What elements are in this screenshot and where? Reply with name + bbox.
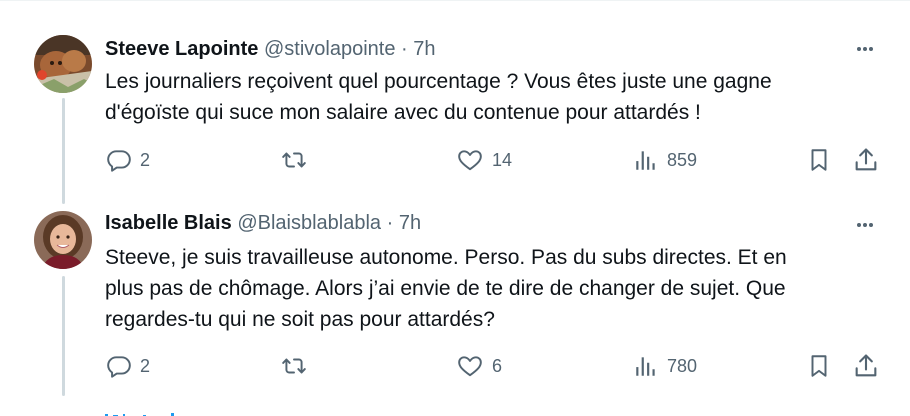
reply-icon: [107, 150, 131, 172]
bookmark-icon: [811, 355, 827, 377]
share-icon: [855, 354, 877, 377]
like-count: 6: [492, 355, 503, 376]
timestamp[interactable]: 7h: [399, 212, 421, 234]
reply-count: 2: [140, 355, 151, 376]
heart-icon: [458, 150, 482, 171]
action-bar: 2 6 780: [0, 352, 910, 380]
avatar-photo: [34, 211, 92, 269]
views-icon: [636, 357, 655, 376]
bookmark-button[interactable]: [806, 352, 832, 380]
views-button[interactable]: 780: [633, 352, 697, 380]
like-button[interactable]: 14: [456, 146, 512, 174]
tweet-header: Steeve Lapointe @stivolapointe · 7h: [105, 36, 435, 62]
more-button[interactable]: [848, 38, 882, 58]
share-icon: [855, 148, 877, 171]
header-separator: ·: [401, 38, 408, 60]
bookmark-icon: [811, 149, 827, 171]
heart-icon: [458, 356, 482, 377]
views-icon: [636, 151, 655, 170]
like-button[interactable]: 6: [456, 352, 502, 380]
author-handle[interactable]: @stivolapointe: [264, 38, 395, 60]
author-display-name[interactable]: Isabelle Blais: [105, 212, 232, 234]
reply-icon: [107, 356, 131, 378]
reply-button[interactable]: 2: [106, 352, 150, 380]
share-button[interactable]: [852, 146, 880, 174]
more-button[interactable]: [848, 214, 882, 234]
tweet-text-line: Les journaliers reçoivent quel pourcenta…: [105, 70, 772, 93]
timestamp[interactable]: 7h: [413, 38, 435, 60]
bookmark-button[interactable]: [806, 146, 832, 174]
repost-button[interactable]: [280, 352, 316, 380]
reply-tweet-2[interactable]: Isabelle Blais @Blaisblablabla · 7h Stee…: [0, 200, 910, 406]
author-handle[interactable]: @Blaisblablabla: [237, 212, 381, 234]
reply-tweet-1[interactable]: Steeve Lapointe @stivolapointe · 7h Les …: [0, 0, 910, 200]
author-display-name[interactable]: Steeve Lapointe: [105, 38, 258, 60]
tweet-text-line: Steeve, je suis travailleuse autonome. P…: [105, 246, 787, 269]
tweet-text-line: d'égoïste qui suce mon salaire avec du c…: [105, 101, 701, 124]
tweet-text-line: regardes-tu qui ne soit pas pour attardé…: [105, 308, 495, 331]
more-icon: [857, 223, 873, 227]
reply-count: 2: [140, 149, 151, 170]
repost-icon: [282, 152, 306, 168]
tweet-text: Steeve, je suis travailleuse autonome. P…: [105, 242, 885, 335]
view-count: 859: [667, 149, 698, 170]
header-separator: ·: [386, 212, 394, 234]
views-button[interactable]: 859: [633, 146, 697, 174]
tweet-text-line: plus pas de chômage. Alors j’ai envie de…: [105, 277, 786, 300]
avatar[interactable]: [34, 211, 92, 269]
share-button[interactable]: [852, 352, 880, 380]
show-more-replies-link[interactable]: [105, 406, 225, 416]
more-icon: [857, 47, 873, 51]
action-bar: 2 14 859: [0, 146, 910, 174]
like-count: 14: [492, 149, 513, 170]
tweet-header: Isabelle Blais @Blaisblablabla · 7h: [105, 210, 421, 236]
reply-button[interactable]: 2: [106, 146, 150, 174]
repost-button[interactable]: [280, 146, 316, 174]
view-count: 780: [667, 355, 698, 376]
avatar[interactable]: [34, 35, 92, 93]
repost-icon: [282, 358, 306, 374]
avatar-photo: [34, 35, 92, 93]
tweet-text: Les journaliers reçoivent quel pourcenta…: [105, 66, 885, 128]
clipped-link-glyphs: [105, 413, 174, 416]
